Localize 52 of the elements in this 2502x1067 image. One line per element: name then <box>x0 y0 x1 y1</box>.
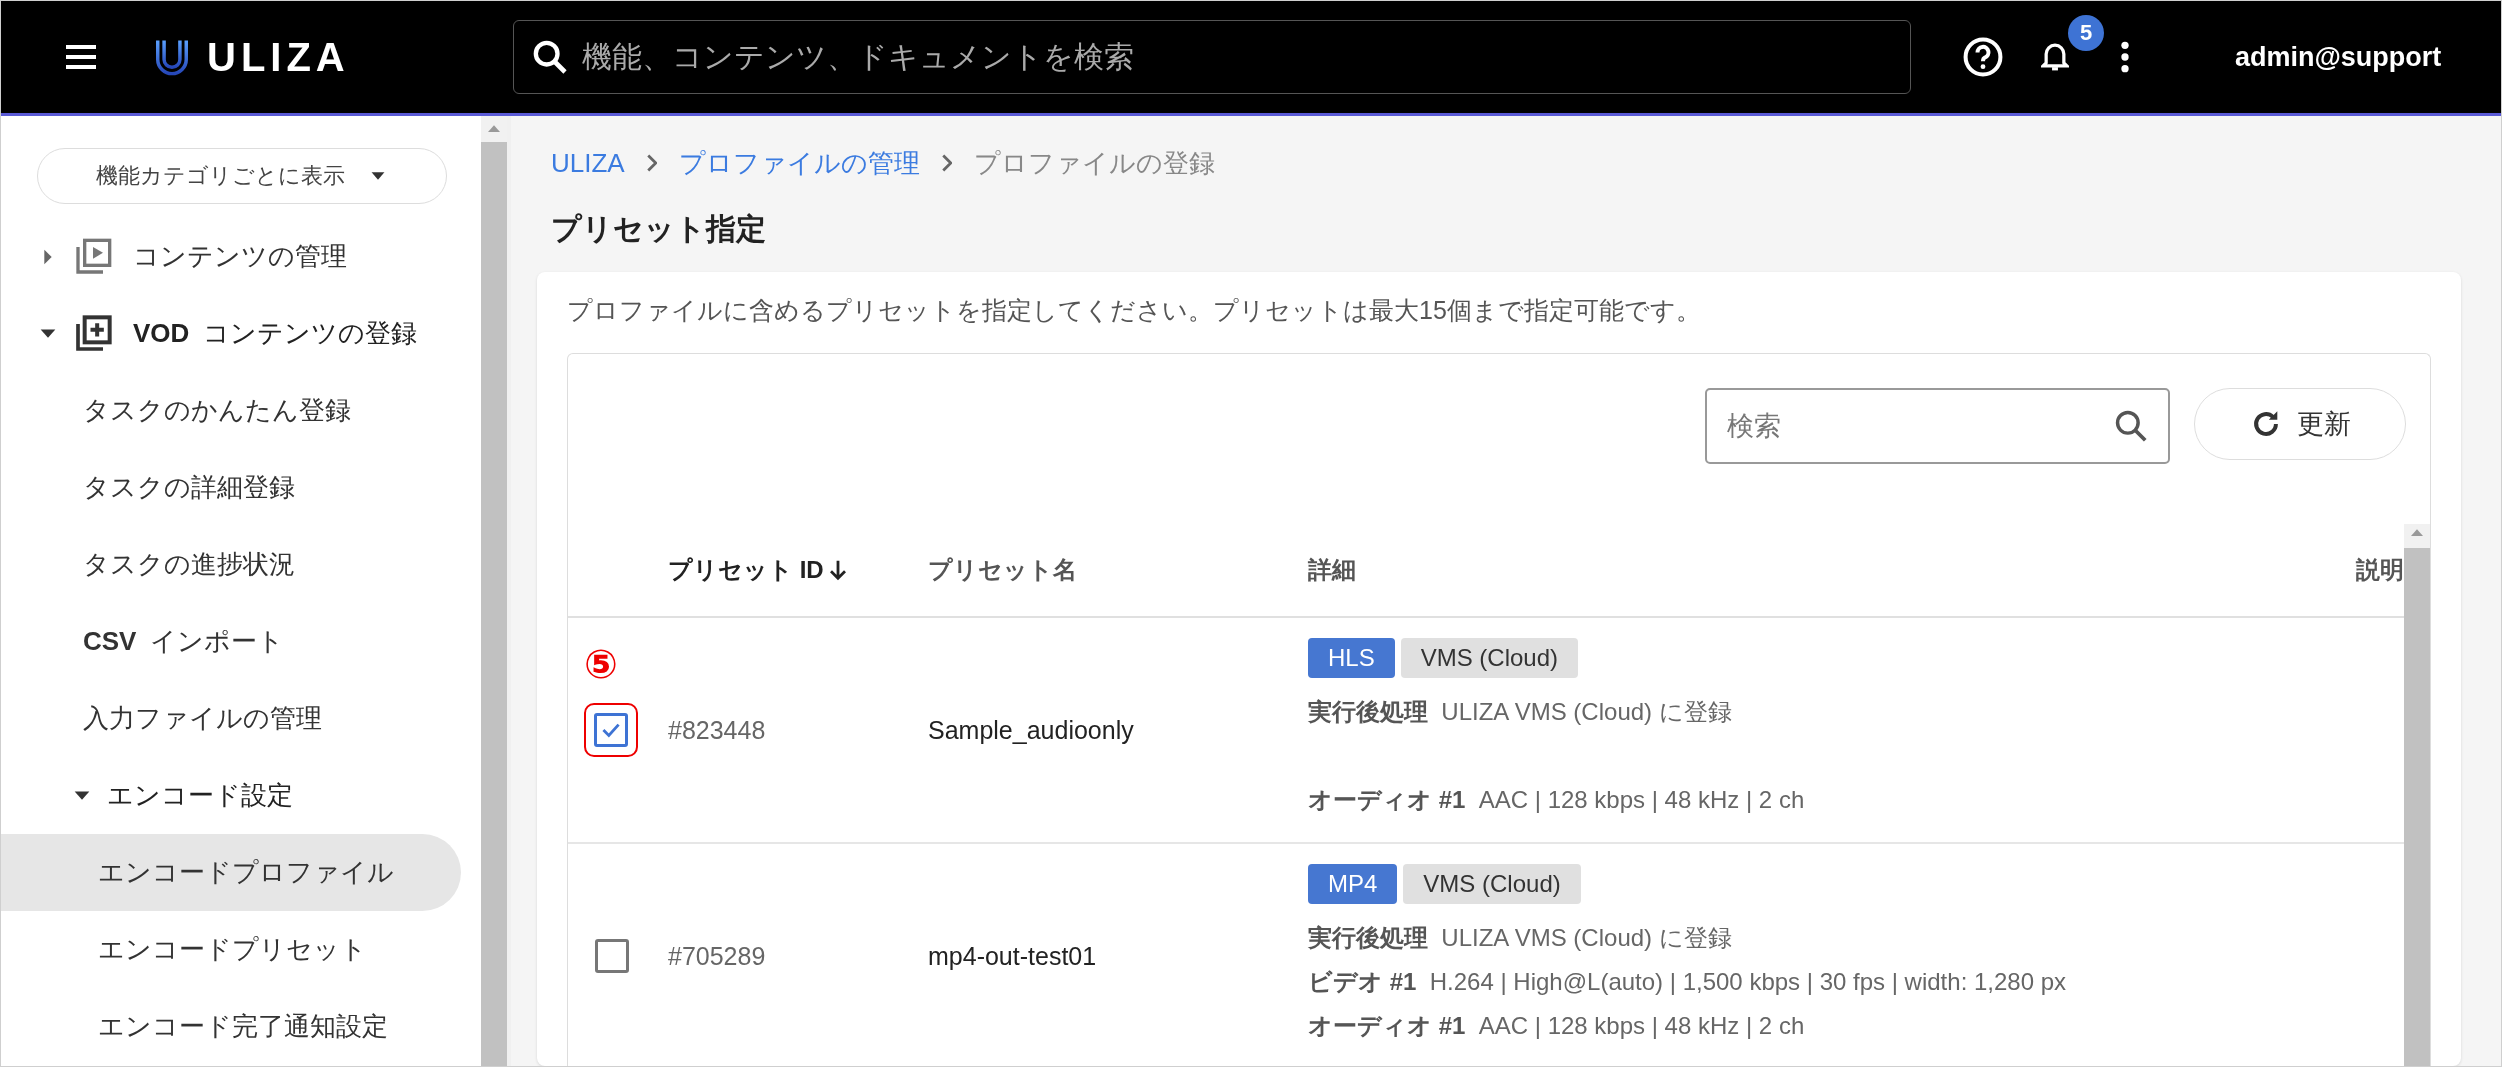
user-name[interactable]: admin@support <box>2235 41 2442 73</box>
column-header[interactable]: プリセット ID <box>668 554 824 586</box>
logo-icon <box>153 37 191 77</box>
search-field[interactable]: 機能、コンテンツ、ドキュメントを検索 <box>513 20 1911 94</box>
format-tag: HLS <box>1308 638 1395 678</box>
nav-group[interactable]: エンコード設定 <box>107 778 293 813</box>
preset-id: #705289 <box>668 941 766 971</box>
destination-tag: VMS (Cloud) <box>1403 864 1581 904</box>
play-library-icon <box>73 236 113 277</box>
view-dropdown[interactable]: 機能カテゴリごとに表示 <box>37 148 447 204</box>
checkbox[interactable] <box>594 713 628 747</box>
nav-item[interactable]: エンコードプロファイル <box>1 834 461 911</box>
detail-line: オーディオ #1 AAC | 128 kbps | 48 kHz | 2 ch <box>1308 1011 1806 1041</box>
detail-line: 実行後処理 ULIZA VMS (Cloud) に登録 <box>1308 923 1733 953</box>
nav-item[interactable]: タスクのかんたん登録 <box>1 372 461 449</box>
nav-item[interactable]: タスクの進捗状況 <box>1 526 461 603</box>
nav-group[interactable]: コンテンツの管理 <box>133 239 347 274</box>
column-header[interactable]: 説明 <box>2356 554 2404 586</box>
breadcrumb-current: プロファイルの登録 <box>973 146 1215 180</box>
annotation-label: ⑤ <box>584 641 618 687</box>
description: プロファイルに含めるプリセットを指定してください。プリセットは最大15個まで指定可能です。 <box>567 295 1702 326</box>
nav-item[interactable]: エンコード完了通知設定 <box>1 988 461 1065</box>
preset-id: #823448 <box>668 715 766 745</box>
nav-item[interactable]: CSV インポート <box>1 603 461 680</box>
nav-item[interactable]: 入力ファイルの管理 <box>1 680 461 757</box>
search-field[interactable]: 検索 <box>1705 388 2170 464</box>
notification-badge: 5 <box>2068 15 2104 51</box>
add-library-icon <box>73 313 113 354</box>
column-header[interactable]: 詳細 <box>1308 554 1356 586</box>
breadcrumb-link[interactable]: プロファイルの管理 <box>678 145 920 181</box>
search-input[interactable]: 機能、コンテンツ、ドキュメントを検索 <box>580 39 1894 75</box>
scrollbar[interactable] <box>481 116 507 1066</box>
format-tag: MP4 <box>1308 864 1398 904</box>
page-title: プリセット指定 <box>551 211 767 247</box>
detail-line: ビデオ #1 H.264 | High@L(auto) | 1,500 kbps | 30 fps | width: 1,280 px <box>1308 967 2067 997</box>
detail-line: 実行後処理 ULIZA VMS (Cloud) に登録 <box>1308 697 1733 727</box>
refresh-button[interactable]: 更新 <box>2194 388 2406 460</box>
nav-item[interactable]: エンコードプリセット <box>1 911 461 988</box>
column-header[interactable]: プリセット名 <box>928 554 1077 586</box>
nav-item[interactable]: タスクの詳細登録 <box>1 449 461 526</box>
scrollbar[interactable] <box>2404 524 2430 1066</box>
detail-line: オーディオ #1 AAC | 128 kbps | 48 kHz | 2 ch <box>1308 785 1805 815</box>
destination-tag: VMS (Cloud) <box>1400 638 1579 678</box>
nav-group[interactable]: VOD コンテンツの登録 <box>133 316 417 351</box>
logo-text: ULIZA <box>207 34 350 80</box>
breadcrumb-link[interactable]: ULIZA <box>551 147 625 179</box>
preset-name: Sample_audioonly <box>928 715 1134 745</box>
preset-name: mp4-out-test01 <box>928 941 1097 971</box>
chevron-right-icon <box>941 154 952 172</box>
help-icon[interactable] <box>1961 35 2005 79</box>
chevron-right-icon <box>646 154 657 172</box>
checkbox[interactable] <box>594 939 629 973</box>
